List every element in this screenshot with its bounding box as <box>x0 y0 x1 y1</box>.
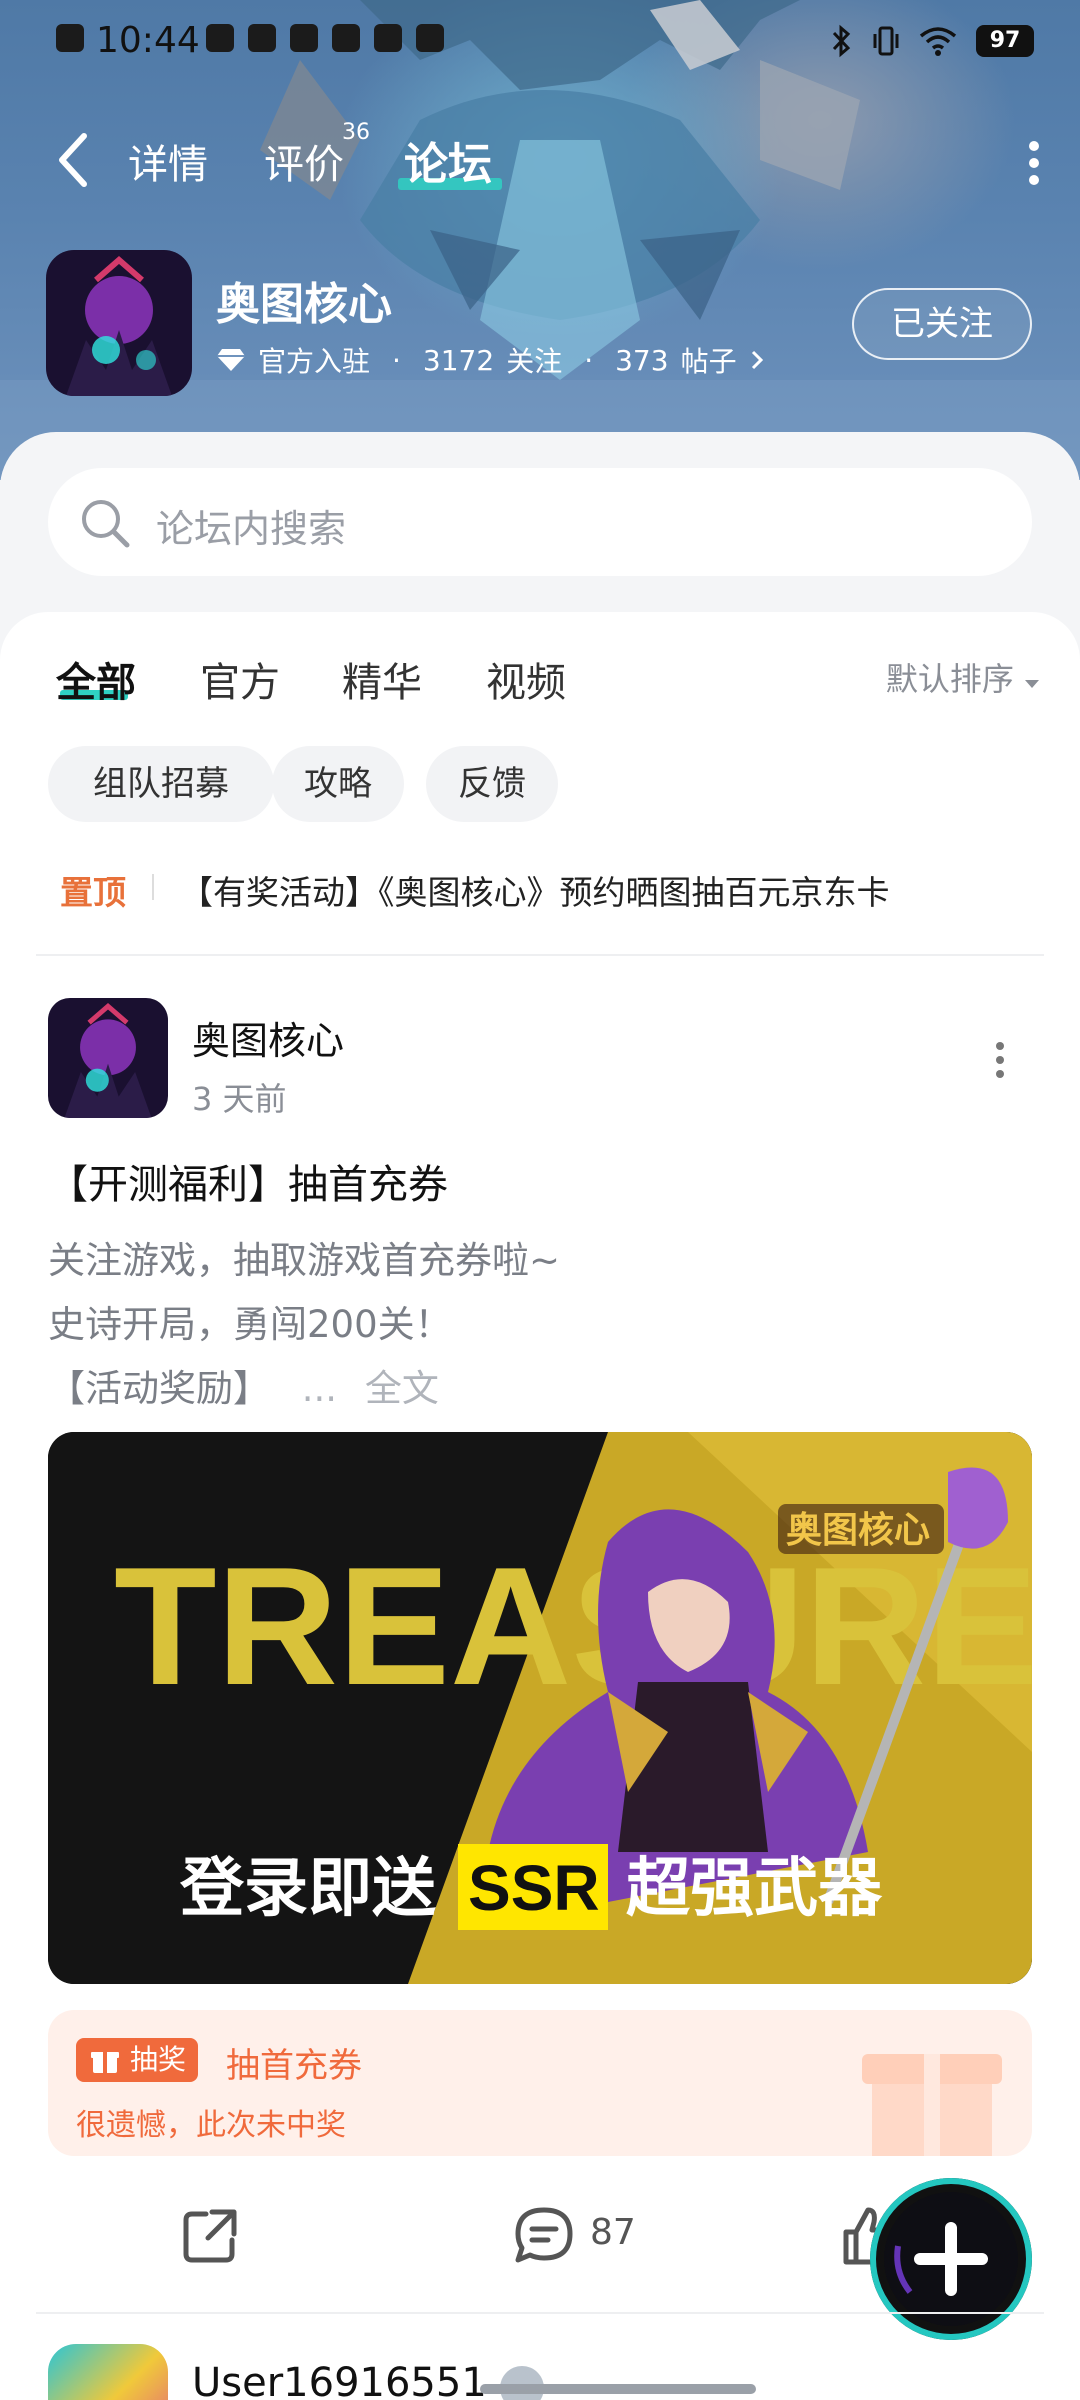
author-avatar-art <box>48 998 168 1118</box>
status-app-icons <box>206 24 444 52</box>
official-label: 官方入驻 <box>258 345 371 378</box>
notification-icons <box>56 24 84 52</box>
filter-tab-video[interactable]: 视频 <box>486 650 566 708</box>
post-more-icon[interactable] <box>992 1040 1008 1080</box>
new-post-button[interactable] <box>870 2178 1032 2340</box>
banner-caption-post: 超强武器 <box>626 1852 883 1924</box>
tab-forum[interactable]: 论坛 <box>404 128 492 192</box>
status-right: 97 <box>828 24 1034 58</box>
filter-tab-all[interactable]: 全部 <box>56 650 136 708</box>
read-more-link[interactable]: 全文 <box>365 1367 439 1410</box>
posts-count: 373 <box>615 343 669 377</box>
search-input[interactable]: 论坛内搜索 <box>156 498 346 553</box>
battery-indicator: 97 <box>976 25 1034 57</box>
filter-tab-official[interactable]: 官方 <box>200 650 280 708</box>
pinned-post-link[interactable]: 【有奖活动】《奥图核心》预约晒图抽百元京东卡 <box>180 866 890 914</box>
share-icon[interactable] <box>178 2204 242 2268</box>
next-post-author-name[interactable]: User16916551 <box>192 2360 487 2400</box>
banner-game-logo: 奥图核心 <box>786 1509 930 1550</box>
search-icon <box>82 500 130 548</box>
game-logo[interactable] <box>46 250 192 396</box>
diamond-icon <box>217 349 245 371</box>
followers-label: 关注 <box>506 345 563 378</box>
lottery-card[interactable]: 抽奖 抽首充券 很遗憾，此次未中奖 <box>48 2010 1032 2156</box>
ellipsis: ... <box>301 1367 338 1410</box>
comment-count: 87 <box>590 2212 636 2253</box>
gift-watermark-icon <box>862 2054 1002 2156</box>
banner-caption-highlight: SSR <box>468 1852 600 1924</box>
comment-icon[interactable] <box>512 2204 576 2268</box>
next-post-author-avatar[interactable] <box>48 2344 168 2400</box>
mail-icon <box>248 24 276 52</box>
meta-separator: · <box>584 343 594 377</box>
play-icon <box>332 24 360 52</box>
post-body-line: 关注游戏，抽取游戏首充券啦~ <box>48 1239 561 1282</box>
post-body-line: 史诗开局，勇闯200关！ <box>48 1303 452 1346</box>
game-info: 奥图核心 官方入驻 · 3172 关注 · 373 帖子 已关注 <box>46 250 1046 400</box>
divider <box>36 954 1044 956</box>
fab-inner <box>884 2192 1018 2326</box>
sort-label: 默认排序 <box>885 660 1014 698</box>
bluetooth-icon <box>832 24 851 58</box>
home-indicator[interactable] <box>480 2384 756 2394</box>
status-bar: 10:44 97 <box>0 0 1080 84</box>
game-logo-art <box>46 250 192 396</box>
post-author-avatar[interactable] <box>48 998 168 1118</box>
post-body-line: 【活动奖励】 ... 全文 <box>48 1358 439 1412</box>
game-name: 奥图核心 <box>216 279 392 330</box>
tab-details[interactable]: 详情 <box>128 132 208 190</box>
post-author-name[interactable]: 奥图核心 <box>192 1010 344 1065</box>
post-timestamp: 3 天前 <box>192 1080 287 1118</box>
back-arrow-icon[interactable] <box>52 130 96 190</box>
tiktok-icon <box>206 24 234 52</box>
crown-icon <box>374 24 402 52</box>
banner-artwork: TREASURE 奥图核心 登录即送 SSR 超强武器 <box>48 1432 1032 1984</box>
game-stats: 官方入驻 · 3172 关注 · 373 帖子 <box>216 340 765 380</box>
chip-guides[interactable]: 攻略 <box>272 746 404 822</box>
wifi-icon <box>919 27 957 56</box>
post-image-banner[interactable]: TREASURE 奥图核心 登录即送 SSR 超强武器 <box>48 1432 1032 1984</box>
app-notification-icon <box>56 24 84 52</box>
chip-feedback[interactable]: 反馈 <box>426 746 558 822</box>
mail-icon <box>290 24 318 52</box>
caret-down-icon <box>1025 680 1039 688</box>
posts-label[interactable]: 帖子 <box>681 340 737 380</box>
followers-count: 3172 <box>422 343 495 377</box>
filter-tab-featured[interactable]: 精华 <box>342 650 422 708</box>
chip-team-recruit[interactable]: 组队招募 <box>48 746 274 822</box>
pinned-tag: 置顶 <box>60 873 126 912</box>
plus-icon <box>894 2222 988 2296</box>
more-options-icon[interactable] <box>1024 138 1044 188</box>
vibrate-icon <box>873 26 899 56</box>
meta-separator: · <box>392 343 401 377</box>
gift-icon <box>91 2052 119 2073</box>
gallery-icon <box>416 24 444 52</box>
top-navigation: 详情 评价 36 论坛 <box>0 120 1080 200</box>
follow-button[interactable]: 已关注 <box>852 288 1032 360</box>
sort-dropdown[interactable]: 默认排序 <box>886 654 1040 700</box>
status-time: 10:44 <box>96 20 200 61</box>
divider <box>36 2312 1044 2314</box>
post-title[interactable]: 【开测福利】抽首充券 <box>48 1152 448 1210</box>
lottery-badge: 抽奖 <box>76 2038 199 2082</box>
lottery-badge-label: 抽奖 <box>130 2043 187 2076</box>
tab-reviews[interactable]: 评价 <box>264 132 344 190</box>
banner-caption-pre: 登录即送 <box>179 1852 436 1924</box>
forum-search-bar[interactable]: 论坛内搜索 <box>48 468 1032 576</box>
pinned-separator <box>152 874 154 900</box>
chevron-right-icon[interactable] <box>749 348 765 372</box>
game-header-banner: 10:44 97 详情 评价 36 论坛 奥图核心 官方入驻 · 3172 关注… <box>0 0 1080 480</box>
lottery-title: 抽首充券 <box>226 2046 362 2086</box>
post-body-line-text: 【活动奖励】 <box>48 1367 270 1410</box>
banner-big-text: TREASURE <box>114 1532 1032 1720</box>
reviews-count-badge: 36 <box>342 120 370 145</box>
lottery-result: 很遗憾，此次未中奖 <box>76 2108 346 2143</box>
